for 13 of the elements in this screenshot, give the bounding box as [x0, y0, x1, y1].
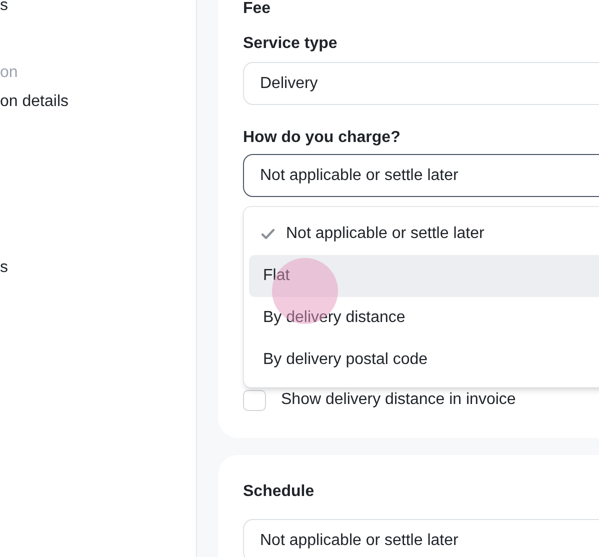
dropdown-option[interactable]: Flat [249, 255, 599, 297]
checkbox[interactable] [243, 390, 266, 410]
select-field[interactable]: Not applicable or settle later [243, 154, 599, 197]
select-field[interactable]: Delivery [243, 62, 599, 105]
checkbox-label: Show delivery distance in invoice [281, 390, 516, 410]
select-field[interactable]: Not applicable or settle later [243, 519, 599, 557]
section-title: Fee [243, 0, 271, 18]
field-label: How do you charge? [243, 128, 400, 148]
section-title: Schedule [243, 482, 314, 502]
field-label: Service type [243, 34, 338, 54]
sidebar-item[interactable]: s [0, 0, 8, 18]
sidebar-item[interactable]: s [0, 256, 8, 280]
sidebar-item[interactable]: on details [0, 90, 68, 114]
